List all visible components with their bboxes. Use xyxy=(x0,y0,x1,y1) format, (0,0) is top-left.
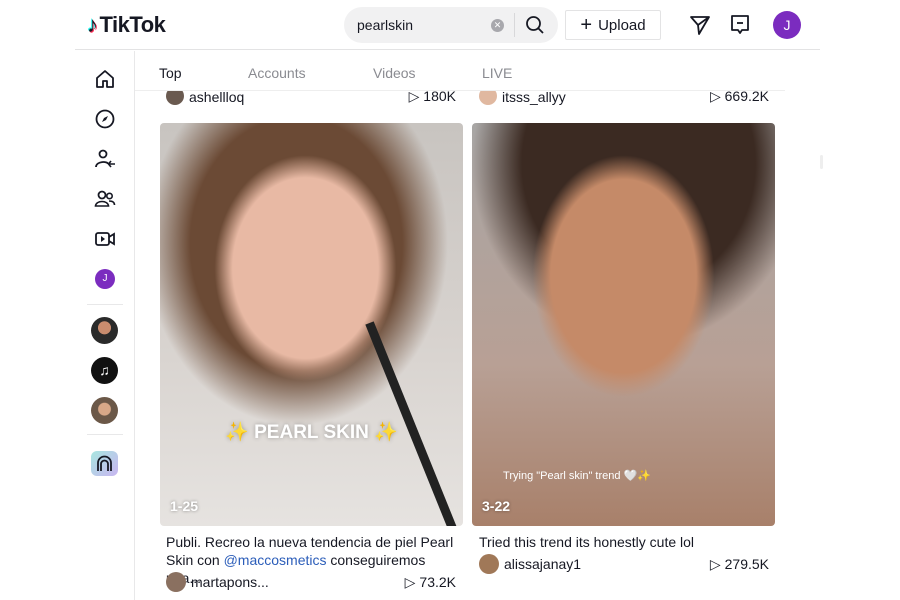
video-overlay-text: Trying "Pearl skin" trend 🤍✨ xyxy=(503,470,651,482)
profile-avatar: J xyxy=(95,269,115,289)
sidebar: J ♫ xyxy=(75,51,135,600)
sidebar-item-profile[interactable]: J xyxy=(93,267,117,291)
tab-videos[interactable]: Videos xyxy=(373,65,416,81)
user-avatar xyxy=(166,91,184,105)
followed-account-avatar[interactable] xyxy=(91,397,118,424)
sidebar-item-live[interactable] xyxy=(93,227,117,251)
user-avatar[interactable]: J xyxy=(773,11,801,39)
user-avatar[interactable] xyxy=(479,554,499,574)
clear-search-icon[interactable]: ✕ xyxy=(491,18,504,32)
username[interactable]: martapons... xyxy=(191,574,269,590)
inbox-icon[interactable] xyxy=(730,14,750,36)
followed-account-avatar[interactable] xyxy=(91,317,118,344)
arch-icon xyxy=(97,455,112,471)
video-card[interactable]: Trying "Pearl skin" trend 🤍✨ 3-22 xyxy=(472,123,775,526)
sidebar-item-following[interactable] xyxy=(93,147,117,171)
search-tabs: Top Accounts Videos LIVE xyxy=(135,51,785,91)
search-icon xyxy=(526,16,544,34)
following-icon xyxy=(95,149,115,168)
home-icon xyxy=(96,70,114,88)
music-note-icon: ♫ xyxy=(99,362,110,378)
effect-house-icon[interactable] xyxy=(91,451,118,476)
video-meta: alissajanay1 ▷ 279.5K xyxy=(479,554,769,574)
user-avatar[interactable] xyxy=(166,572,186,592)
tab-accounts[interactable]: Accounts xyxy=(248,65,306,81)
sidebar-item-home[interactable] xyxy=(93,67,117,91)
video-meta: martapons... ▷ 73.2K xyxy=(166,572,456,592)
video-date: 1-25 xyxy=(170,498,199,514)
tab-top[interactable]: Top xyxy=(159,65,182,81)
play-icon: ▷ xyxy=(404,573,416,590)
divider xyxy=(87,434,123,435)
divider xyxy=(87,304,123,305)
video-date: 3-22 xyxy=(482,498,511,514)
tiktok-logo[interactable]: ♪ TikTok xyxy=(87,12,166,38)
username[interactable]: ashellloq xyxy=(189,91,244,105)
sidebar-item-friends[interactable] xyxy=(93,187,117,211)
search-button[interactable] xyxy=(515,15,555,35)
tab-live[interactable]: LIVE xyxy=(482,65,512,81)
messages-send-icon[interactable] xyxy=(689,14,711,36)
scrollbar[interactable] xyxy=(820,155,823,169)
compass-icon xyxy=(95,109,115,129)
partial-video-meta: ashellloq ▷ 180K xyxy=(166,91,456,105)
followed-account-avatar[interactable]: ♫ xyxy=(91,357,118,384)
plus-icon: + xyxy=(580,14,593,36)
search-bar: ✕ xyxy=(344,7,558,43)
upload-button[interactable]: + Upload xyxy=(565,10,661,40)
video-overlay-text: ✨ PEARL SKIN ✨ xyxy=(225,422,398,443)
play-icon: ▷ xyxy=(709,555,721,572)
view-count: ▷ 180K xyxy=(408,91,456,104)
video-card[interactable]: ✨ PEARL SKIN ✨ 1-25 xyxy=(160,123,463,526)
top-bar: ♪TikTok ✕ +Upload J xyxy=(75,0,820,50)
search-input[interactable] xyxy=(344,17,484,33)
mention-link[interactable]: @maccosmetics xyxy=(224,552,327,568)
view-count: ▷ 279.5K xyxy=(709,555,769,573)
username[interactable]: itsss_allyy xyxy=(502,91,566,105)
video-description[interactable]: Tried this trend its honestly cute lol xyxy=(479,533,774,551)
friends-icon xyxy=(94,190,116,207)
tiktok-note-icon: ♪ xyxy=(87,12,98,37)
live-video-icon xyxy=(95,232,115,246)
user-avatar xyxy=(479,91,497,105)
partial-video-meta: itsss_allyy ▷ 669.2K xyxy=(479,91,769,105)
view-count: ▷ 669.2K xyxy=(709,91,769,104)
sidebar-item-explore[interactable] xyxy=(93,107,117,131)
username[interactable]: alissajanay1 xyxy=(504,556,581,572)
view-count: ▷ 73.2K xyxy=(404,573,456,591)
